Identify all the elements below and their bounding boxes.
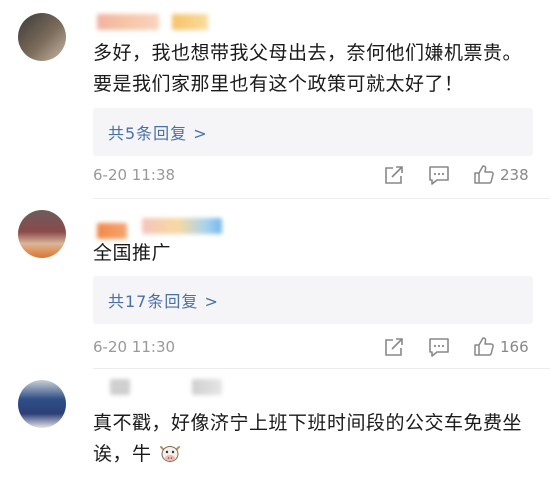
like-count: 238	[500, 166, 529, 184]
replies-box[interactable]: 共17条回复 >	[93, 276, 533, 324]
username-blurred[interactable]	[110, 379, 130, 395]
user-badge-blurred	[172, 14, 208, 30]
comment-time: 6-20 11:38	[93, 166, 176, 184]
avatar[interactable]	[18, 380, 66, 428]
username-blurred[interactable]	[97, 223, 127, 239]
username-blurred	[142, 218, 222, 234]
share-icon[interactable]	[383, 164, 405, 186]
replies-box[interactable]: 共5条回复 >	[93, 108, 533, 156]
username-blurred	[192, 379, 222, 395]
comment-text: 多好，我也想带我父母出去，奈何他们嫌机票贵。要是我们家那里也有这个政策可就太好了…	[93, 42, 523, 95]
thumbs-up-icon[interactable]	[473, 163, 495, 185]
comment-text: 真不戳，好像济宁上班下班时间段的公交车免费坐诶，牛	[93, 408, 533, 470]
comment-item: 多好，我也想带我父母出去，奈何他们嫌机票贵。要是我们家那里也有这个政策可就太好了…	[0, 0, 550, 198]
like-count: 166	[500, 338, 529, 356]
comment-time: 6-20 11:30	[93, 338, 176, 356]
comment-icon[interactable]	[428, 164, 450, 186]
comment-text: 全国推广	[93, 242, 172, 264]
thumbs-up-icon[interactable]	[473, 335, 495, 357]
username-blurred[interactable]	[97, 14, 159, 30]
comment-item: 全国推广 共17条回复 > 6-20 11:30 166	[0, 198, 550, 368]
comment-icon[interactable]	[428, 336, 450, 358]
comment-item: 真不戳，好像济宁上班下班时间段的公交车免费坐诶，牛	[0, 368, 550, 478]
share-icon[interactable]	[383, 336, 405, 358]
view-replies-link[interactable]: 共17条回复 >	[108, 288, 219, 312]
avatar[interactable]	[18, 210, 66, 258]
avatar[interactable]	[18, 13, 66, 61]
view-replies-link[interactable]: 共5条回复 >	[108, 120, 208, 144]
cow-emoji-icon	[160, 446, 181, 462]
